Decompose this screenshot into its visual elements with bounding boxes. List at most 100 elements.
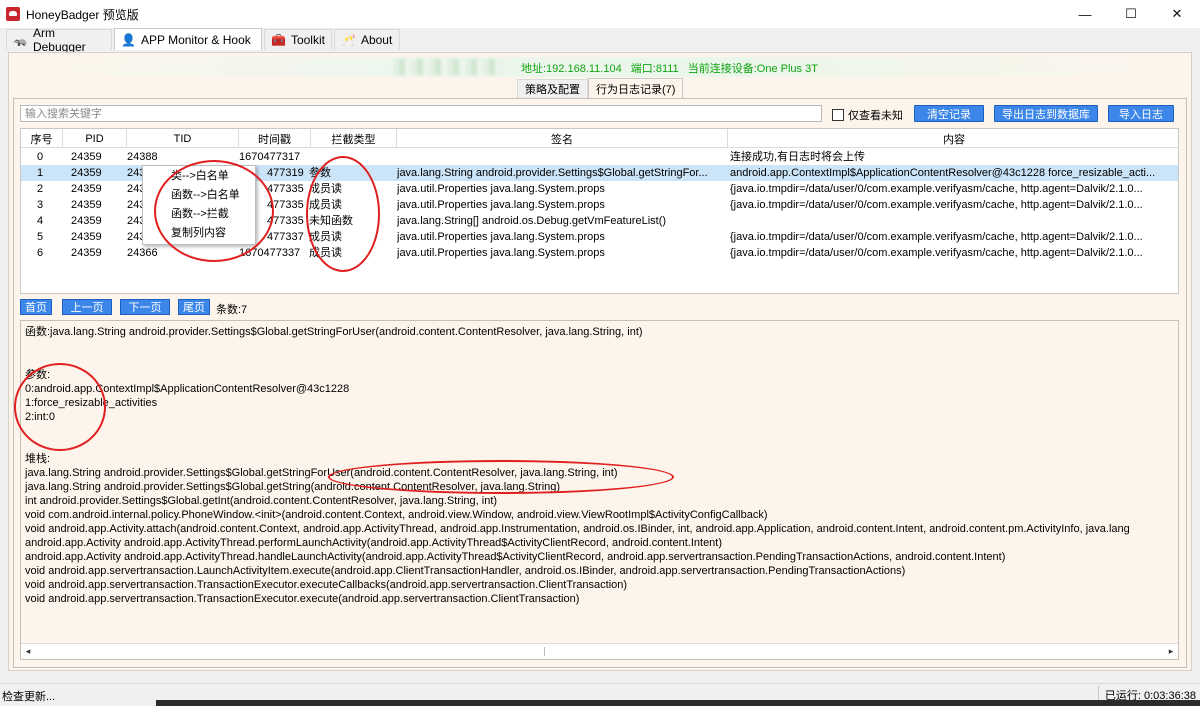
cell-content: 连接成功,有日志时将会上传	[730, 151, 866, 163]
column-header-pid[interactable]: PID	[63, 129, 127, 148]
menu-item-function-whitelist[interactable]: 函数-->白名单	[143, 186, 255, 205]
cell-index: 3	[37, 199, 44, 211]
tab-toolkit[interactable]: 🧰 Toolkit	[264, 29, 332, 50]
clear-records-button[interactable]: 清空记录	[914, 105, 984, 122]
table-header: 序号 PID TID 时间戳 拦截类型 签名 内容	[21, 129, 1178, 148]
cell-content	[730, 213, 1168, 229]
column-header-signature[interactable]: 签名	[397, 129, 728, 148]
import-log-button[interactable]: 导入日志	[1108, 105, 1174, 122]
cell-signature: java.util.Properties java.lang.System.pr…	[397, 183, 605, 195]
tab-label: Toolkit	[290, 33, 325, 47]
tab-label: APP Monitor & Hook	[140, 32, 251, 47]
scroll-right-icon[interactable]: ▸	[1166, 646, 1176, 657]
cell-pid: 24359	[71, 167, 102, 179]
main-tabs: 🦡 Arm Debugger 👤 APP Monitor & Hook 🧰 To…	[0, 26, 1200, 54]
cell-index: 6	[37, 247, 44, 259]
detail-line: int android.provider.Settings$Global.get…	[25, 495, 498, 507]
detail-line: void android.app.servertransaction.Trans…	[25, 593, 580, 605]
cell-timestamp: 477335	[267, 199, 304, 211]
window-title: HoneyBadger 预览版	[26, 7, 139, 22]
cell-content: {java.io.tmpdir=/data/user/0/com.example…	[730, 231, 1143, 243]
detail-line: 2:int:0	[25, 411, 55, 423]
close-button[interactable]: ✕	[1154, 0, 1200, 28]
export-db-button[interactable]: 导出日志到数据库	[994, 105, 1098, 122]
tab-label: Arm Debugger	[32, 26, 86, 54]
tab-behavior-log[interactable]: 行为日志记录(7)	[588, 78, 684, 98]
detail-line: void android.app.Activity.attach(android…	[25, 523, 1130, 535]
cell-content: {java.io.tmpdir=/data/user/0/com.example…	[730, 183, 1143, 195]
last-page-button[interactable]: 尾页	[178, 299, 210, 315]
cell-index: 2	[37, 183, 44, 195]
detail-line: 函数:java.lang.String android.provider.Set…	[25, 326, 643, 338]
window-controls: — ☐ ✕	[1062, 0, 1200, 28]
cell-intercept-type: 未知函数	[309, 215, 353, 227]
about-icon: 🥂	[341, 33, 356, 47]
cell-timestamp: 1670477337	[239, 247, 301, 259]
cell-intercept-type: 参数	[309, 167, 331, 179]
tab-app-monitor-hook[interactable]: 👤 APP Monitor & Hook	[114, 28, 262, 50]
scroll-left-icon[interactable]: ◂	[23, 646, 33, 657]
next-page-button[interactable]: 下一页	[120, 299, 170, 315]
context-menu: 类-->白名单 函数-->白名单 函数-->拦截 复制列内容	[142, 165, 256, 245]
table-row[interactable]: 0 24359 24388 1670477317 连接成功,有日志时将会上传	[21, 149, 1178, 165]
horizontal-scrollbar[interactable]: ◂ ▸	[21, 643, 1178, 659]
menu-item-function-intercept[interactable]: 函数-->拦截	[143, 205, 255, 224]
honeybadger-logo-icon	[6, 7, 20, 21]
menu-item-copy-column[interactable]: 复制列内容	[143, 224, 255, 243]
device-address: 地址:192.168.11.104	[521, 63, 622, 75]
detail-text-area[interactable]: 函数:java.lang.String android.provider.Set…	[20, 320, 1179, 660]
search-input[interactable]	[20, 105, 822, 122]
cell-pid: 24359	[71, 151, 102, 163]
detail-line: android.app.Activity android.app.Activit…	[25, 537, 723, 549]
minimize-button[interactable]: —	[1062, 0, 1108, 28]
cell-content: {java.io.tmpdir=/data/user/0/com.example…	[730, 199, 1143, 211]
device-info-bar: 地址:192.168.11.104 端口:8111 当前连接设备:One Plu…	[15, 57, 1187, 77]
scrollbar-thumb[interactable]	[33, 647, 545, 656]
detail-line: java.lang.String android.provider.Settin…	[25, 467, 618, 479]
toolkit-icon: 🧰	[271, 33, 286, 47]
menu-item-class-whitelist[interactable]: 类-->白名单	[143, 167, 255, 186]
cell-timestamp: 477319	[267, 167, 304, 179]
log-toolbar: 仅查看未知 清空记录 导出日志到数据库 导入日志	[20, 105, 1180, 123]
detail-line: 参数:	[25, 369, 51, 381]
cell-pid: 24359	[71, 199, 102, 211]
detail-line: 堆栈:	[25, 453, 51, 465]
maximize-button[interactable]: ☐	[1108, 0, 1154, 28]
column-header-timestamp[interactable]: 时间戳	[239, 129, 311, 148]
column-header-intercept-type[interactable]: 拦截类型	[311, 129, 397, 148]
app-monitor-panel: 地址:192.168.11.104 端口:8111 当前连接设备:One Plu…	[8, 52, 1192, 671]
detail-line: void com.android.internal.policy.PhoneWi…	[25, 509, 768, 521]
cell-timestamp: 1670477317	[239, 151, 301, 163]
background-strip	[156, 700, 1200, 706]
column-header-tid[interactable]: TID	[127, 129, 239, 148]
column-header-index[interactable]: 序号	[21, 129, 63, 148]
tab-about[interactable]: 🥂 About	[334, 29, 400, 50]
cell-timestamp: 477335	[267, 183, 304, 195]
column-header-content[interactable]: 内容	[728, 129, 1178, 148]
cell-index: 5	[37, 231, 44, 243]
person-icon: 👤	[121, 32, 136, 47]
cell-index: 4	[37, 215, 44, 227]
cell-content: android.app.ContextImpl$ApplicationConte…	[730, 167, 1156, 179]
cell-index: 0	[37, 151, 44, 163]
cell-timestamp: 477337	[267, 231, 304, 243]
cell-intercept-type: 成员读	[309, 231, 342, 243]
title-bar: HoneyBadger 预览版 — ☐ ✕	[0, 0, 1200, 28]
tab-arm-debugger[interactable]: 🦡 Arm Debugger	[6, 26, 112, 54]
cell-pid: 24359	[71, 247, 102, 259]
detail-line: void android.app.servertransaction.Launc…	[25, 565, 906, 577]
detail-line: java.lang.String android.provider.Settin…	[25, 481, 561, 493]
tab-policy-config[interactable]: 策略及配置	[517, 79, 588, 98]
cell-timestamp: 477335	[267, 215, 304, 227]
first-page-button[interactable]: 首页	[20, 299, 52, 315]
prev-page-button[interactable]: 上一页	[62, 299, 112, 315]
device-port: 端口:8111	[630, 63, 679, 75]
cell-index: 1	[37, 167, 44, 179]
checkbox-label: 仅查看未知	[848, 110, 903, 122]
detail-line: void android.app.servertransaction.Trans…	[25, 579, 628, 591]
cell-intercept-type: 成员读	[309, 183, 342, 195]
checkbox-box[interactable]	[832, 109, 844, 121]
update-status: 检查更新...	[2, 691, 56, 703]
table-row[interactable]: 6 24359 24366 1670477337 成员读 java.util.P…	[21, 245, 1178, 261]
only-unknown-checkbox[interactable]: 仅查看未知	[832, 107, 903, 123]
